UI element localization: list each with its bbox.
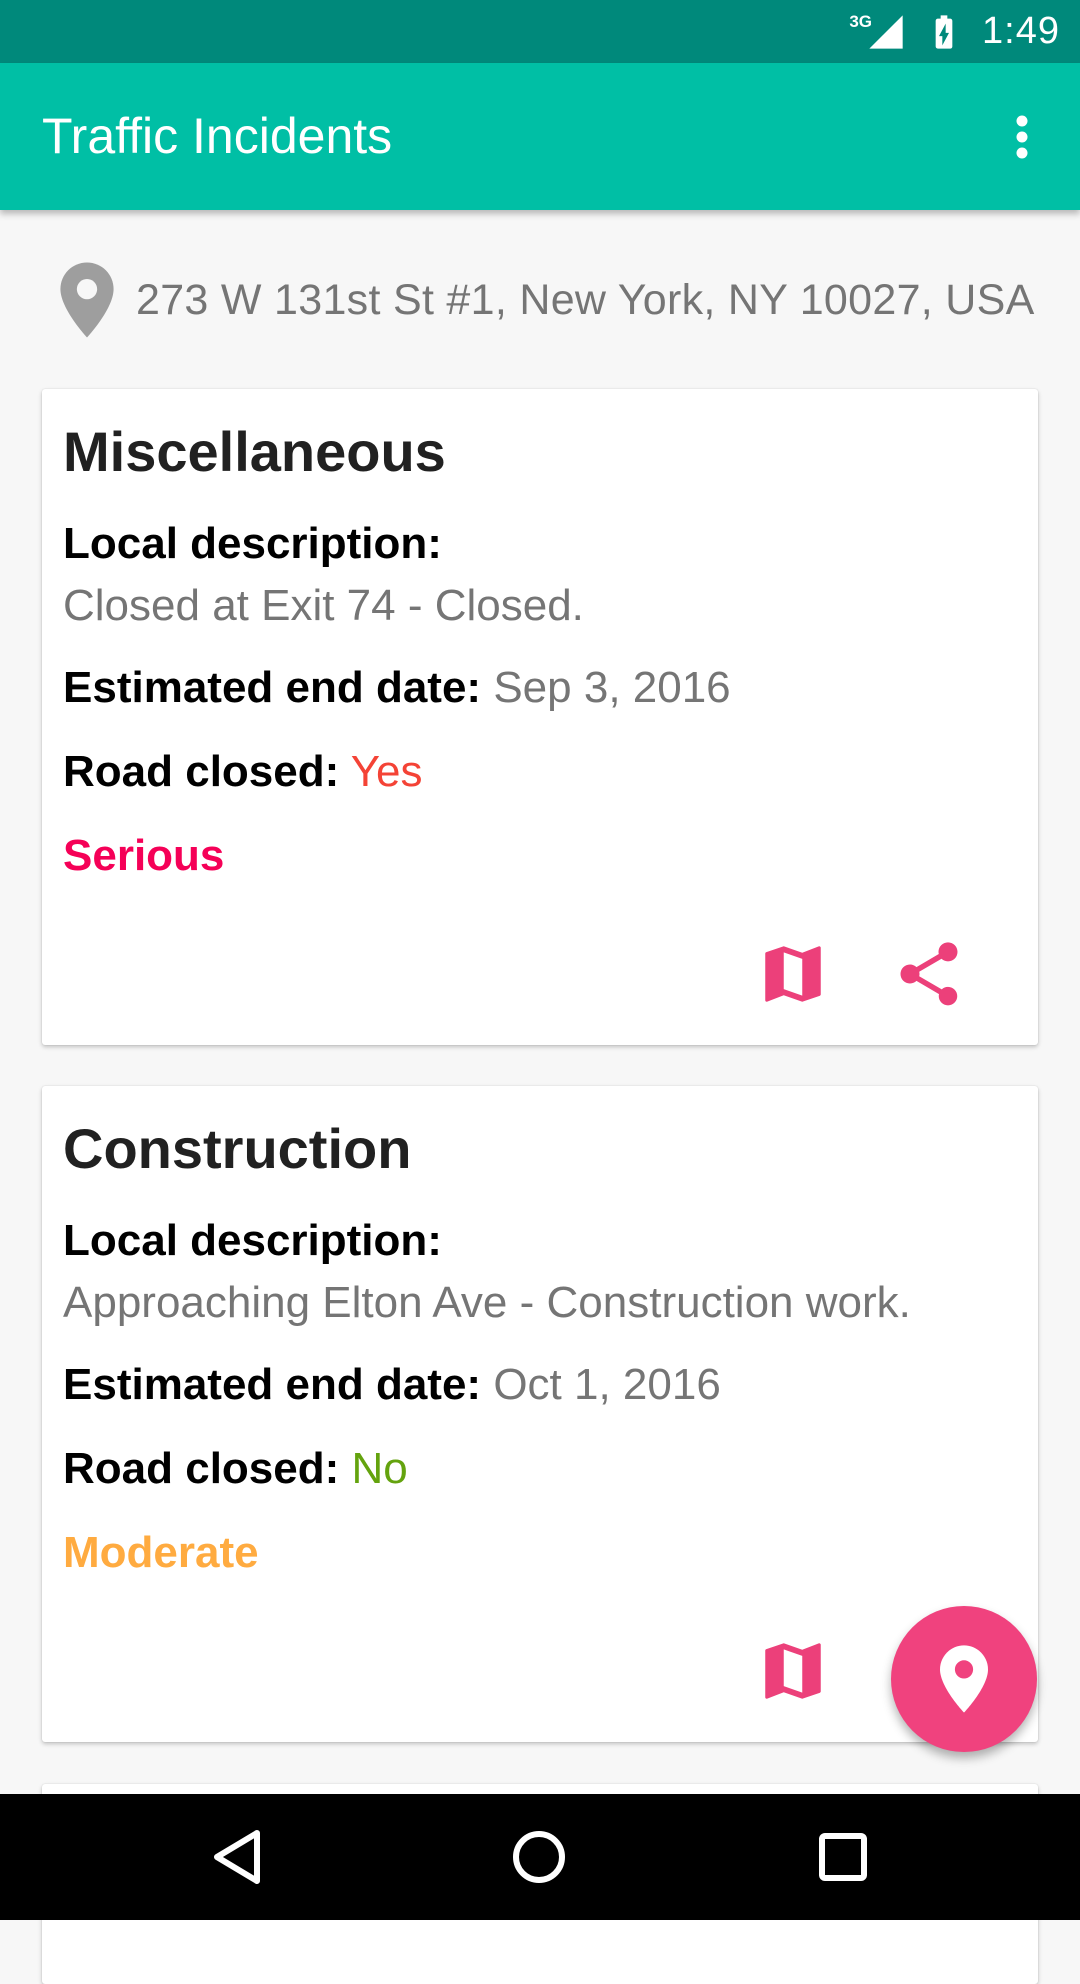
map-icon: [765, 946, 821, 1002]
back-icon: [214, 1830, 260, 1884]
status-time: 1:49: [982, 10, 1060, 52]
recents-icon: [819, 1833, 867, 1881]
end-date-row: Estimated end date: Sep 3, 2016: [63, 663, 731, 713]
share-icon: [900, 942, 958, 1006]
end-date-value: Sep 3, 2016: [493, 663, 731, 712]
home-button[interactable]: [494, 1812, 584, 1902]
back-button[interactable]: [192, 1812, 282, 1902]
page-title: Traffic Incidents: [42, 108, 393, 164]
place-icon: [940, 1645, 988, 1713]
recents-button[interactable]: [798, 1812, 888, 1902]
incident-description: Approaching Elton Ave - Construction wor…: [63, 1278, 911, 1327]
location-address: 273 W 131st St #1, New York, NY 10027, U…: [136, 275, 1035, 324]
status-bar: 3G 1:49: [0, 0, 1080, 63]
map-button[interactable]: [748, 1626, 838, 1716]
share-button[interactable]: [884, 929, 974, 1019]
battery-charging-icon: [935, 14, 953, 49]
end-date-label: Estimated end date:: [63, 663, 482, 712]
navigation-bar: [0, 1794, 1080, 1920]
place-icon: [60, 262, 114, 338]
severity-badge: Serious: [63, 831, 225, 880]
incident-description: Closed at Exit 74 - Closed.: [63, 581, 584, 630]
overflow-menu-button[interactable]: [982, 97, 1062, 177]
local-description-label: Local description:: [63, 519, 442, 568]
road-closed-value: No: [351, 1444, 408, 1493]
incident-title: Construction: [63, 1117, 412, 1180]
end-date-value: Oct 1, 2016: [493, 1360, 721, 1409]
end-date-label: Estimated end date:: [63, 1360, 482, 1409]
location-row: 273 W 131st St #1, New York, NY 10027, U…: [58, 258, 1035, 342]
cell-signal-icon: [869, 14, 903, 49]
severity-badge: Moderate: [63, 1528, 259, 1577]
home-icon: [513, 1831, 565, 1883]
more-vert-icon: [1016, 115, 1028, 159]
map-button[interactable]: [748, 929, 838, 1019]
incident-card[interactable]: Miscellaneous Local description: Closed …: [42, 389, 1038, 1045]
local-description-label: Local description:: [63, 1216, 442, 1265]
status-icons: 3G 1:49: [849, 0, 1060, 63]
road-closed-row: Road closed: Yes: [63, 747, 423, 797]
end-date-row: Estimated end date: Oct 1, 2016: [63, 1360, 721, 1410]
road-closed-value: Yes: [350, 747, 423, 796]
incident-card[interactable]: Construction Local description: Approach…: [42, 1086, 1038, 1742]
app-bar: Traffic Incidents: [0, 63, 1080, 210]
road-closed-row: Road closed: No: [63, 1444, 408, 1494]
incident-title: Miscellaneous: [63, 420, 446, 483]
road-closed-label: Road closed:: [63, 747, 340, 796]
location-fab[interactable]: [891, 1606, 1037, 1752]
map-icon: [765, 1643, 821, 1699]
road-closed-label: Road closed:: [63, 1444, 340, 1493]
